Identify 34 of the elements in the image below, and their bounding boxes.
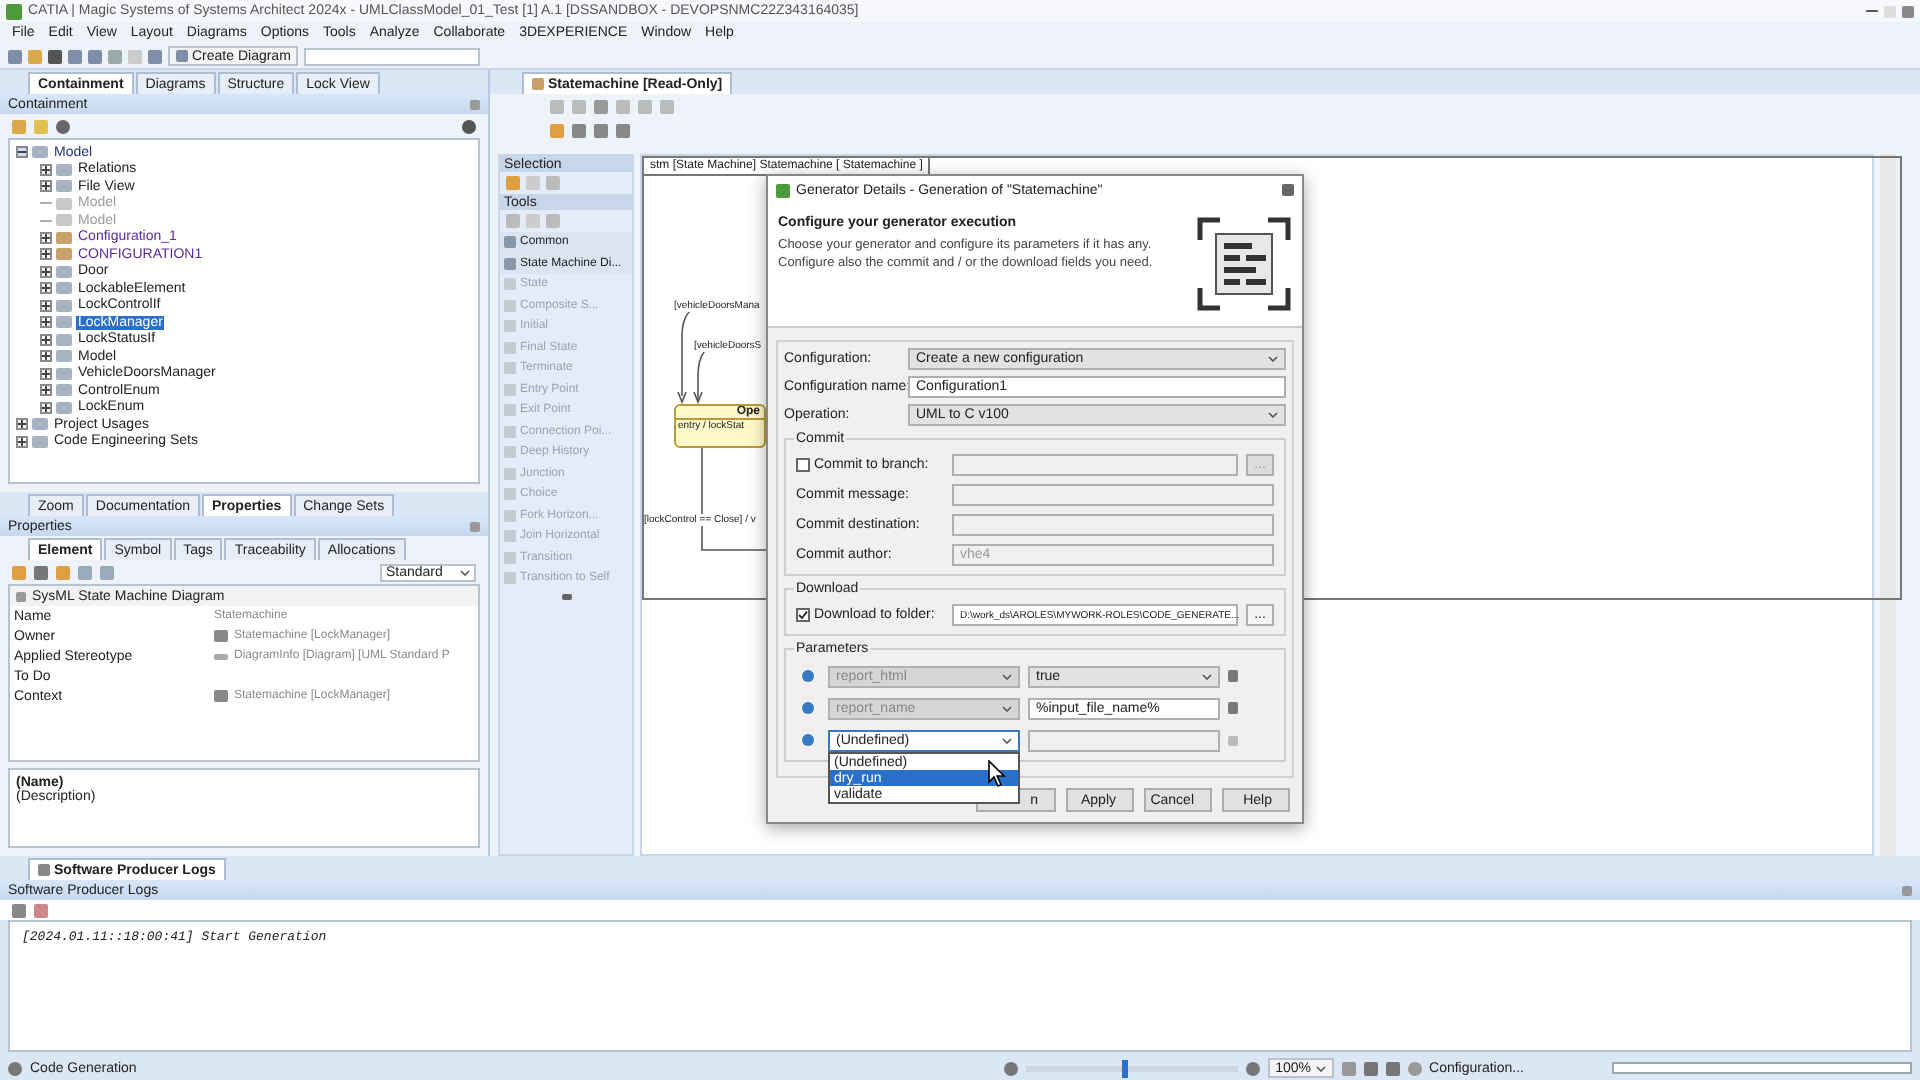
branch-field[interactable] (952, 454, 1238, 476)
expand-icon[interactable] (40, 282, 52, 295)
expand-icon[interactable] (40, 163, 52, 176)
mouse-cursor-icon (988, 760, 1006, 788)
document-icon (1196, 216, 1292, 312)
tree-line (40, 219, 52, 222)
expand-icon[interactable] (40, 231, 52, 244)
expand-icon[interactable] (40, 265, 52, 278)
expand-icon[interactable] (40, 333, 52, 346)
slider-thumb[interactable] (1122, 1059, 1129, 1077)
expand-icon[interactable] (40, 299, 52, 312)
minimize-icon (1866, 10, 1878, 12)
expand-icon[interactable] (40, 384, 52, 397)
checkmark-icon (798, 610, 808, 620)
value-field[interactable] (1028, 729, 1220, 751)
expand-icon[interactable] (16, 435, 28, 448)
expand-icon[interactable] (40, 316, 52, 329)
tree-line (40, 202, 52, 205)
commit-field[interactable] (952, 484, 1274, 506)
caret-icon (1002, 673, 1012, 679)
expand-icon[interactable] (40, 401, 52, 414)
caret-icon (1268, 356, 1278, 362)
expand-icon[interactable] (16, 418, 28, 431)
caret-icon (460, 569, 470, 575)
expand-icon[interactable] (40, 180, 52, 193)
caret-icon (1268, 412, 1278, 418)
expand-icon[interactable] (40, 248, 52, 261)
caret-icon (1002, 705, 1012, 711)
caret-icon (1202, 673, 1212, 679)
expand-icon[interactable] (40, 350, 52, 363)
caret-icon (1002, 737, 1012, 743)
expand-icon[interactable] (40, 367, 52, 380)
commit-field[interactable] (952, 514, 1274, 536)
caret-icon (1315, 1065, 1326, 1071)
